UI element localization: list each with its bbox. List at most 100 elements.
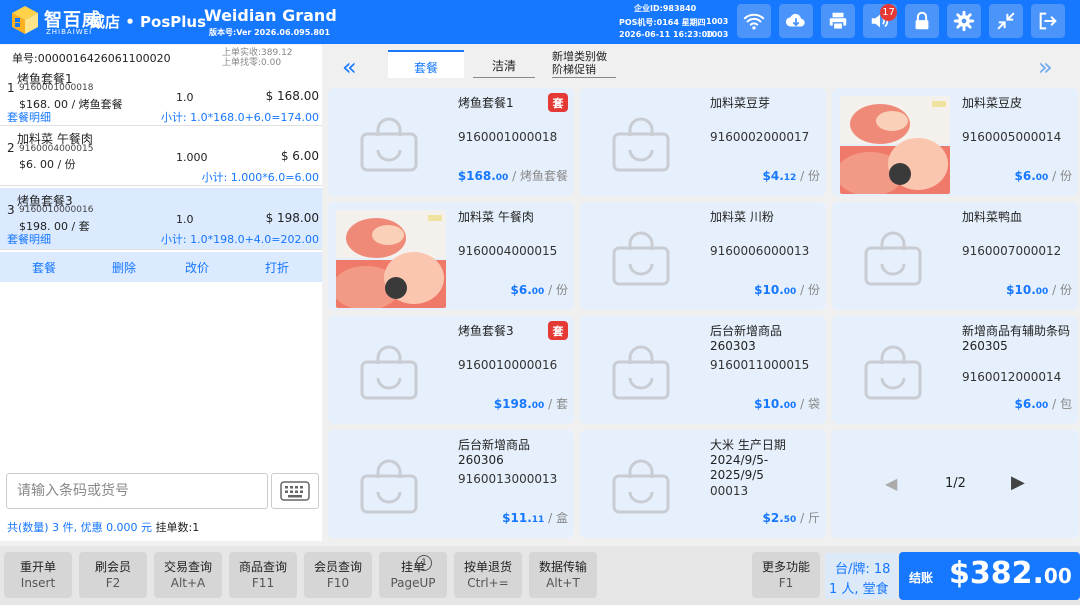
transaction-query-button[interactable]: 交易查询 Alt+A [154, 552, 222, 598]
product-price: $11.11 / 盒 [502, 509, 568, 526]
pos-number-right: 1003 [706, 17, 729, 26]
change-price-button[interactable]: 改价 [167, 259, 227, 276]
price-int: $10. [1006, 283, 1036, 297]
product-card[interactable]: 新增商品有辅助条码260305 9160012000014 $6.00 / 包 [832, 316, 1078, 424]
exit-button[interactable] [1031, 4, 1065, 38]
product-name: 大米 生产日期 2024/9/5-2025/9/5 [710, 438, 786, 482]
price-unit: / 盒 [548, 511, 568, 525]
product-card[interactable]: 烤鱼套餐1 套 9160001000018 $168.00 / 烤鱼套餐 [328, 88, 574, 196]
table-info[interactable]: 台/牌: 18 1 人, 堂食 [825, 553, 897, 599]
price-unit: / 烤鱼套餐 [512, 169, 568, 183]
print-button[interactable] [821, 4, 855, 38]
product-code: 9160013000013 [458, 472, 558, 486]
product-card[interactable]: 烤鱼套餐3 套 9160010000016 $198.00 / 套 [328, 316, 574, 424]
order-item[interactable]: 烤鱼套餐1 9160001000018 1 $168. 00 / 烤鱼套餐 1.… [0, 66, 322, 126]
product-card[interactable]: 大米 生产日期 2024/9/5-2025/9/5 00013 $2.50 / 斤 [580, 430, 826, 538]
product-card[interactable]: 加料菜豆芽 9160002000017 $4.12 / 份 [580, 88, 826, 196]
chevron-double-left-icon[interactable]: « [342, 53, 357, 81]
enterprise-id: 企业ID:983840 [634, 4, 697, 13]
tab-new-category[interactable]: 新增类别做阶梯促销 [552, 50, 616, 78]
delete-button[interactable]: 删除 [94, 259, 154, 276]
shortcut-key: Ctrl+= [467, 576, 509, 590]
shortcut-key: F2 [105, 576, 121, 590]
order-item-qty: 1.0 [176, 91, 194, 104]
product-name: 加料菜鸭血 [962, 210, 1023, 224]
shortcut-key: PageUP [390, 576, 436, 590]
pos-number: POS机号:0164 星期四 [619, 18, 706, 27]
price-dec: 11 [531, 515, 545, 525]
member-card-button[interactable]: 刷会员 F2 [79, 552, 147, 598]
price-dec: 00 [495, 173, 509, 183]
image-placeholder-icon [612, 117, 670, 172]
lock-button[interactable] [905, 4, 939, 38]
product-card[interactable]: 加料菜鸭血 9160007000012 $10.00 / 份 [832, 202, 1078, 310]
order-item-selected[interactable]: 烤鱼套餐3 9160010000016 3 $198. 00 / 套 1.0 $… [0, 188, 322, 250]
shortcut-key: F11 [251, 576, 275, 590]
order-number: 单号:0000016426061100020 [12, 52, 171, 65]
wifi-button[interactable] [737, 4, 771, 38]
data-transfer-button[interactable]: 数据传输 Alt+T [529, 552, 597, 598]
next-page-icon[interactable]: ▶ [1011, 472, 1025, 493]
store-name: Weidian Grand [204, 6, 337, 25]
chevron-double-right-icon[interactable]: » [1038, 53, 1053, 81]
product-card[interactable]: 后台新增商品260303 9160011000015 $10.00 / 袋 [580, 316, 826, 424]
version-label: 版本号:Ver 2026.06.095.801 [209, 28, 331, 37]
product-price: $4.12 / 份 [763, 167, 820, 184]
price-unit: / 份 [1052, 169, 1072, 183]
cloud-sync-button[interactable] [779, 4, 813, 38]
product-photo [840, 96, 950, 194]
cloud-download-icon [785, 13, 805, 27]
product-price: $6.00 / 包 [1015, 395, 1072, 412]
product-name: 加料菜 午餐肉 [458, 210, 534, 224]
wifi-icon [743, 13, 765, 30]
price-unit: / 包 [1052, 397, 1072, 411]
button-label: 重开单 [19, 560, 56, 574]
product-code: 9160005000014 [962, 130, 1062, 144]
product-code: 9160002000017 [710, 130, 810, 144]
combo-button[interactable]: 套餐 [14, 259, 74, 276]
checkout-button[interactable]: 结账 $382.00 [899, 552, 1080, 600]
product-name: 加料菜 川粉 [710, 210, 774, 224]
hang-order-button[interactable]: 挂单 PageUP [379, 552, 447, 598]
minimize-button[interactable] [989, 4, 1023, 38]
combo-detail-link[interactable]: 套餐明细 [7, 231, 51, 247]
product-query-button[interactable]: 商品查询 F11 [229, 552, 297, 598]
button-label: 数据传输 [538, 560, 587, 574]
combo-detail-link[interactable]: 套餐明细 [7, 109, 51, 125]
order-item[interactable]: 加料菜 午餐肉 9160004000015 2 $6. 00 / 份 1.000… [0, 126, 322, 186]
more-functions-button[interactable]: 更多功能 F1 [752, 552, 820, 598]
price-int: $4. [762, 169, 784, 183]
tab-jieqing[interactable]: 洁清 [473, 50, 535, 78]
product-price: $2.50 / 斤 [763, 509, 820, 526]
image-placeholder-icon [360, 117, 418, 172]
price-int: $198. [493, 397, 532, 411]
product-code: 9160007000012 [962, 244, 1062, 258]
product-price: $6.00 / 份 [511, 281, 568, 298]
product-card[interactable]: 加料菜 川粉 9160006000013 $10.00 / 份 [580, 202, 826, 310]
price-unit: / 斤 [800, 511, 820, 525]
product-price: $10.00 / 份 [1006, 281, 1072, 298]
reopen-button[interactable]: 重开单 Insert [4, 552, 72, 598]
return-by-order-button[interactable]: 按单退货 Ctrl+= [454, 552, 522, 598]
app-title: 威店 • PosPlus [90, 13, 207, 31]
product-name: 新增商品有辅助条码260305 [962, 324, 1071, 353]
hang-count-badge: 1 [416, 555, 432, 571]
member-query-button[interactable]: 会员查询 F10 [304, 552, 372, 598]
tab-taocan[interactable]: 套餐 [388, 50, 464, 78]
barcode-input[interactable] [6, 473, 268, 509]
brand-logo-icon [12, 6, 38, 34]
product-card[interactable]: 加料菜豆皮 9160005000014 $6.00 / 份 [832, 88, 1078, 196]
product-code: 00013 [710, 484, 749, 498]
datetime-right: 1003 [706, 30, 729, 39]
discount-button[interactable]: 打折 [247, 259, 307, 276]
keyboard-button[interactable] [271, 473, 319, 509]
image-placeholder-icon [612, 231, 670, 286]
product-card[interactable]: 后台新增商品260306 9160013000013 $11.11 / 盒 [328, 430, 574, 538]
product-card[interactable]: 加料菜 午餐肉 9160004000015 $6.00 / 份 [328, 202, 574, 310]
product-code: 9160011000015 [710, 358, 810, 372]
product-price: $168.00 / 烤鱼套餐 [458, 167, 568, 184]
prev-page-icon[interactable]: ◀ [885, 474, 897, 493]
settings-button[interactable] [947, 4, 981, 38]
shortcut-key: Alt+T [546, 576, 580, 590]
keyboard-icon [280, 481, 310, 501]
